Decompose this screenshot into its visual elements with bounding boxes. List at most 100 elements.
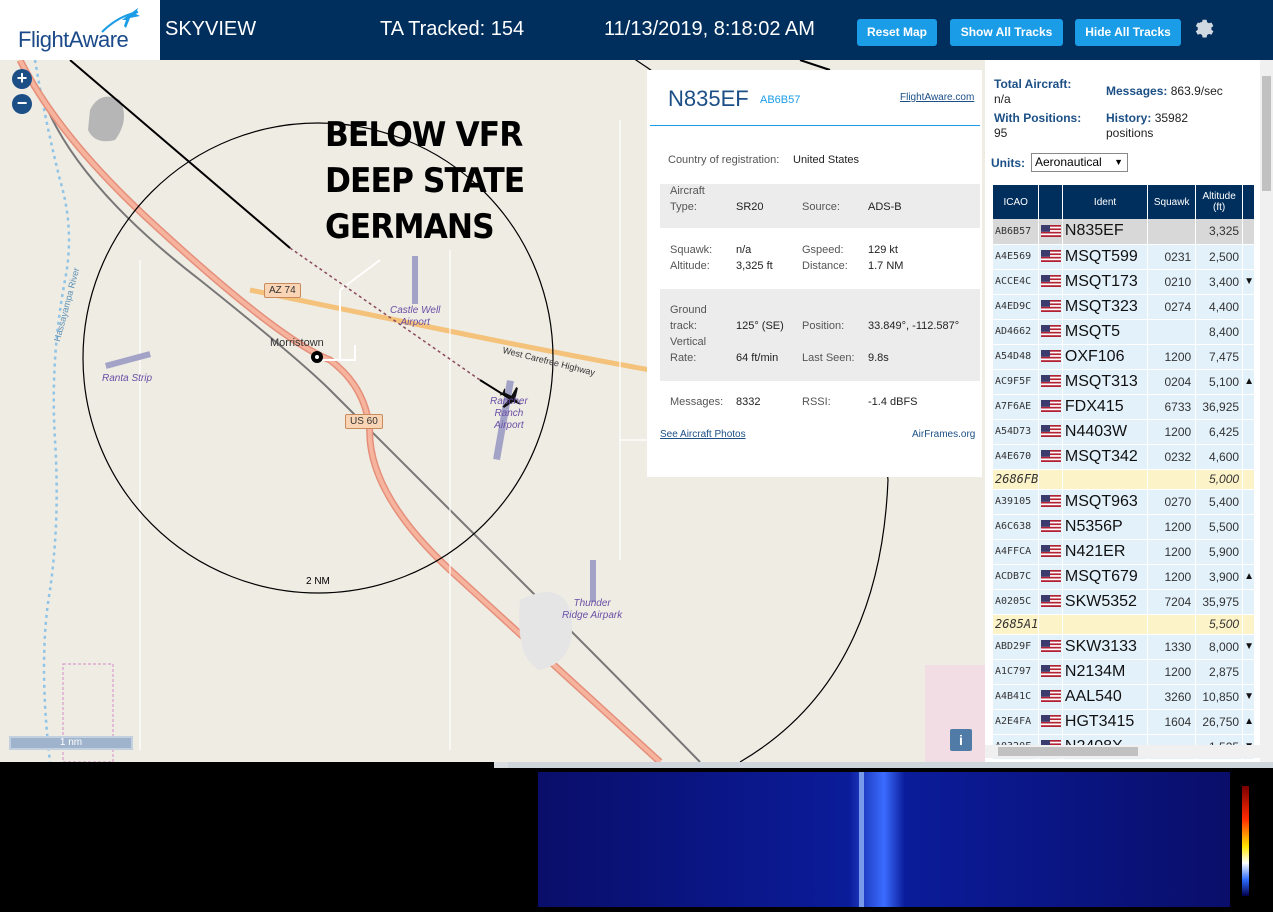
airport-label-castle-well[interactable]: Castle Well Airport xyxy=(390,305,440,329)
table-row[interactable]: 2686FB 5,000 xyxy=(993,469,1255,490)
range-ring-label: 2 NM xyxy=(306,576,330,587)
trend-arrow-icon: ▼ xyxy=(1242,684,1255,710)
scroll-thumb[interactable] xyxy=(998,747,1138,756)
cell-ident: N5356P xyxy=(1062,514,1149,540)
cell-altitude: 4,400 xyxy=(1195,294,1244,320)
airport-label-rancher[interactable]: Rancher Ranch Airport xyxy=(490,396,528,432)
column-header-trend[interactable] xyxy=(1242,185,1255,219)
show-all-tracks-button[interactable]: Show All Tracks xyxy=(950,19,1063,46)
us-flag-icon xyxy=(1038,564,1063,590)
cell-altitude: 5,400 xyxy=(1195,489,1244,515)
country-row: Country of registration: United States xyxy=(668,154,860,166)
trend-arrow-icon xyxy=(1242,244,1255,270)
cell-squawk: 6733 xyxy=(1147,394,1197,420)
flightaware-link[interactable]: FlightAware.com xyxy=(900,92,974,103)
scroll-thumb[interactable] xyxy=(1262,76,1271,191)
cell-ident: N4403W xyxy=(1062,419,1149,445)
aircraft-photos-link[interactable]: See Aircraft Photos xyxy=(660,429,746,440)
us-flag-icon xyxy=(1040,495,1061,508)
aircraft-track xyxy=(69,60,291,249)
flightaware-logo[interactable]: FlightAware xyxy=(0,0,160,60)
cell-altitude: 5,500 xyxy=(1195,614,1244,635)
column-header-flag[interactable] xyxy=(1038,185,1063,219)
cell-altitude: 7,475 xyxy=(1195,344,1244,370)
zoom-out-button[interactable]: − xyxy=(12,94,32,114)
us-flag-icon xyxy=(1038,614,1063,635)
us-flag-icon xyxy=(1038,539,1063,565)
cell-altitude: 36,925 xyxy=(1195,394,1244,420)
table-row[interactable]: A54D48 OXF106 1200 7,475 xyxy=(993,344,1255,370)
horizontal-scrollbar[interactable] xyxy=(985,745,1260,758)
table-row[interactable]: A54D73 N4403W 1200 6,425 xyxy=(993,419,1255,445)
us-flag-icon xyxy=(1038,219,1063,245)
column-header-icao[interactable]: ICAO xyxy=(993,185,1040,219)
units-dropdown[interactable]: Aeronautical ▼ xyxy=(1031,153,1128,172)
cell-ident: MSQT963 xyxy=(1062,489,1149,515)
us-flag-icon xyxy=(1040,300,1061,313)
table-row[interactable]: A7F6AE FDX415 6733 36,925 xyxy=(993,394,1255,420)
cell-icao: A4FFCA xyxy=(993,539,1040,565)
table-row[interactable]: A4FFCA N421ER 1200 5,900 xyxy=(993,539,1255,565)
cell-squawk xyxy=(1147,469,1197,490)
airport-label-thunder[interactable]: Thunder Ridge Airpark xyxy=(562,598,622,622)
cell-icao: A4ED9C xyxy=(993,294,1040,320)
tracked-count: TA Tracked: 154 xyxy=(380,18,525,40)
cell-altitude: 10,850 xyxy=(1195,684,1244,710)
info-button[interactable]: i xyxy=(950,729,972,751)
us-flag-icon xyxy=(1038,489,1063,515)
column-header-altitude[interactable]: Altitude (ft) xyxy=(1195,185,1244,219)
cell-ident: N2134M xyxy=(1062,659,1149,685)
us-flag-icon xyxy=(1038,469,1063,490)
cell-squawk: 3260 xyxy=(1147,684,1197,710)
table-row[interactable]: AC9F5F MSQT313 0204 5,100 ▲ xyxy=(993,369,1255,395)
aircraft-sidebar: Total Aircraft: n/a Messages: 863.9/sec … xyxy=(985,60,1273,762)
table-row[interactable]: ABD29F SKW3133 1330 8,000 ▼ xyxy=(993,634,1255,660)
us-flag-icon xyxy=(1038,634,1063,660)
table-row[interactable]: AB6B57 N835EF 3,325 xyxy=(993,219,1255,245)
vertical-scrollbar[interactable] xyxy=(1260,60,1273,762)
color-scale-bar xyxy=(1242,786,1249,896)
zoom-in-button[interactable]: + xyxy=(12,69,32,89)
messages-row: Messages: 8332 RSSI: -1.4 dBFS xyxy=(670,396,918,408)
table-row[interactable]: ACCE4C MSQT173 0210 3,400 ▼ xyxy=(993,269,1255,295)
table-row[interactable]: A0205C SKW5352 7204 35,975 xyxy=(993,589,1255,615)
reset-map-button[interactable]: Reset Map xyxy=(857,19,937,46)
cell-ident: HGT3415 xyxy=(1062,709,1149,735)
cell-ident: FDX415 xyxy=(1062,394,1149,420)
table-row[interactable]: A39105 MSQT963 0270 5,400 xyxy=(993,489,1255,515)
table-row[interactable]: A2E4FA HGT3415 1604 26,750 ▲ xyxy=(993,709,1255,735)
cell-squawk: 0204 xyxy=(1147,369,1197,395)
table-row[interactable]: A6C638 N5356P 1200 5,500 xyxy=(993,514,1255,540)
table-row[interactable]: A4E569 MSQT599 0231 2,500 xyxy=(993,244,1255,270)
column-header-squawk[interactable]: Squawk xyxy=(1147,185,1197,219)
cell-altitude: 5,000 xyxy=(1195,469,1244,490)
table-row[interactable]: A4ED9C MSQT323 0274 4,400 xyxy=(993,294,1255,320)
trend-arrow-icon xyxy=(1242,489,1255,515)
cell-icao: A4B41C xyxy=(993,684,1040,710)
table-row[interactable]: A4B41C AAL540 3260 10,850 ▼ xyxy=(993,684,1255,710)
cell-squawk: 0210 xyxy=(1147,269,1197,295)
airport-label-ranta[interactable]: Ranta Strip xyxy=(102,373,152,385)
airframes-link[interactable]: AirFrames.org xyxy=(912,429,975,440)
ranta-runway xyxy=(105,351,151,369)
table-row[interactable]: ACDB7C MSQT679 1200 3,900 ▲ xyxy=(993,564,1255,590)
trend-arrow-icon: ▼ xyxy=(1242,269,1255,295)
table-row[interactable]: A4E670 MSQT342 0232 4,600 xyxy=(993,444,1255,470)
hide-all-tracks-button[interactable]: Hide All Tracks xyxy=(1075,19,1181,46)
column-header-ident[interactable]: Ident xyxy=(1062,185,1149,219)
us-flag-icon xyxy=(1040,375,1061,388)
table-row[interactable]: AD4662 MSQT5 8,400 xyxy=(993,319,1255,345)
cell-altitude: 2,875 xyxy=(1195,659,1244,685)
cell-squawk: 0231 xyxy=(1147,244,1197,270)
gear-icon[interactable] xyxy=(1192,17,1216,41)
table-row[interactable]: A1C797 N2134M 1200 2,875 xyxy=(993,659,1255,685)
cell-squawk: 1330 xyxy=(1147,634,1197,660)
track-row: Ground track: 125° (SE) Position: 33.849… xyxy=(660,289,980,381)
cell-ident: MSQT342 xyxy=(1062,444,1149,470)
trend-arrow-icon xyxy=(1242,444,1255,470)
cell-squawk: 1604 xyxy=(1147,709,1197,735)
cell-icao: A6C638 xyxy=(993,514,1040,540)
cell-icao: A4E670 xyxy=(993,444,1040,470)
table-row[interactable]: 2685A1 5,500 xyxy=(993,614,1255,635)
cell-squawk: 0270 xyxy=(1147,489,1197,515)
